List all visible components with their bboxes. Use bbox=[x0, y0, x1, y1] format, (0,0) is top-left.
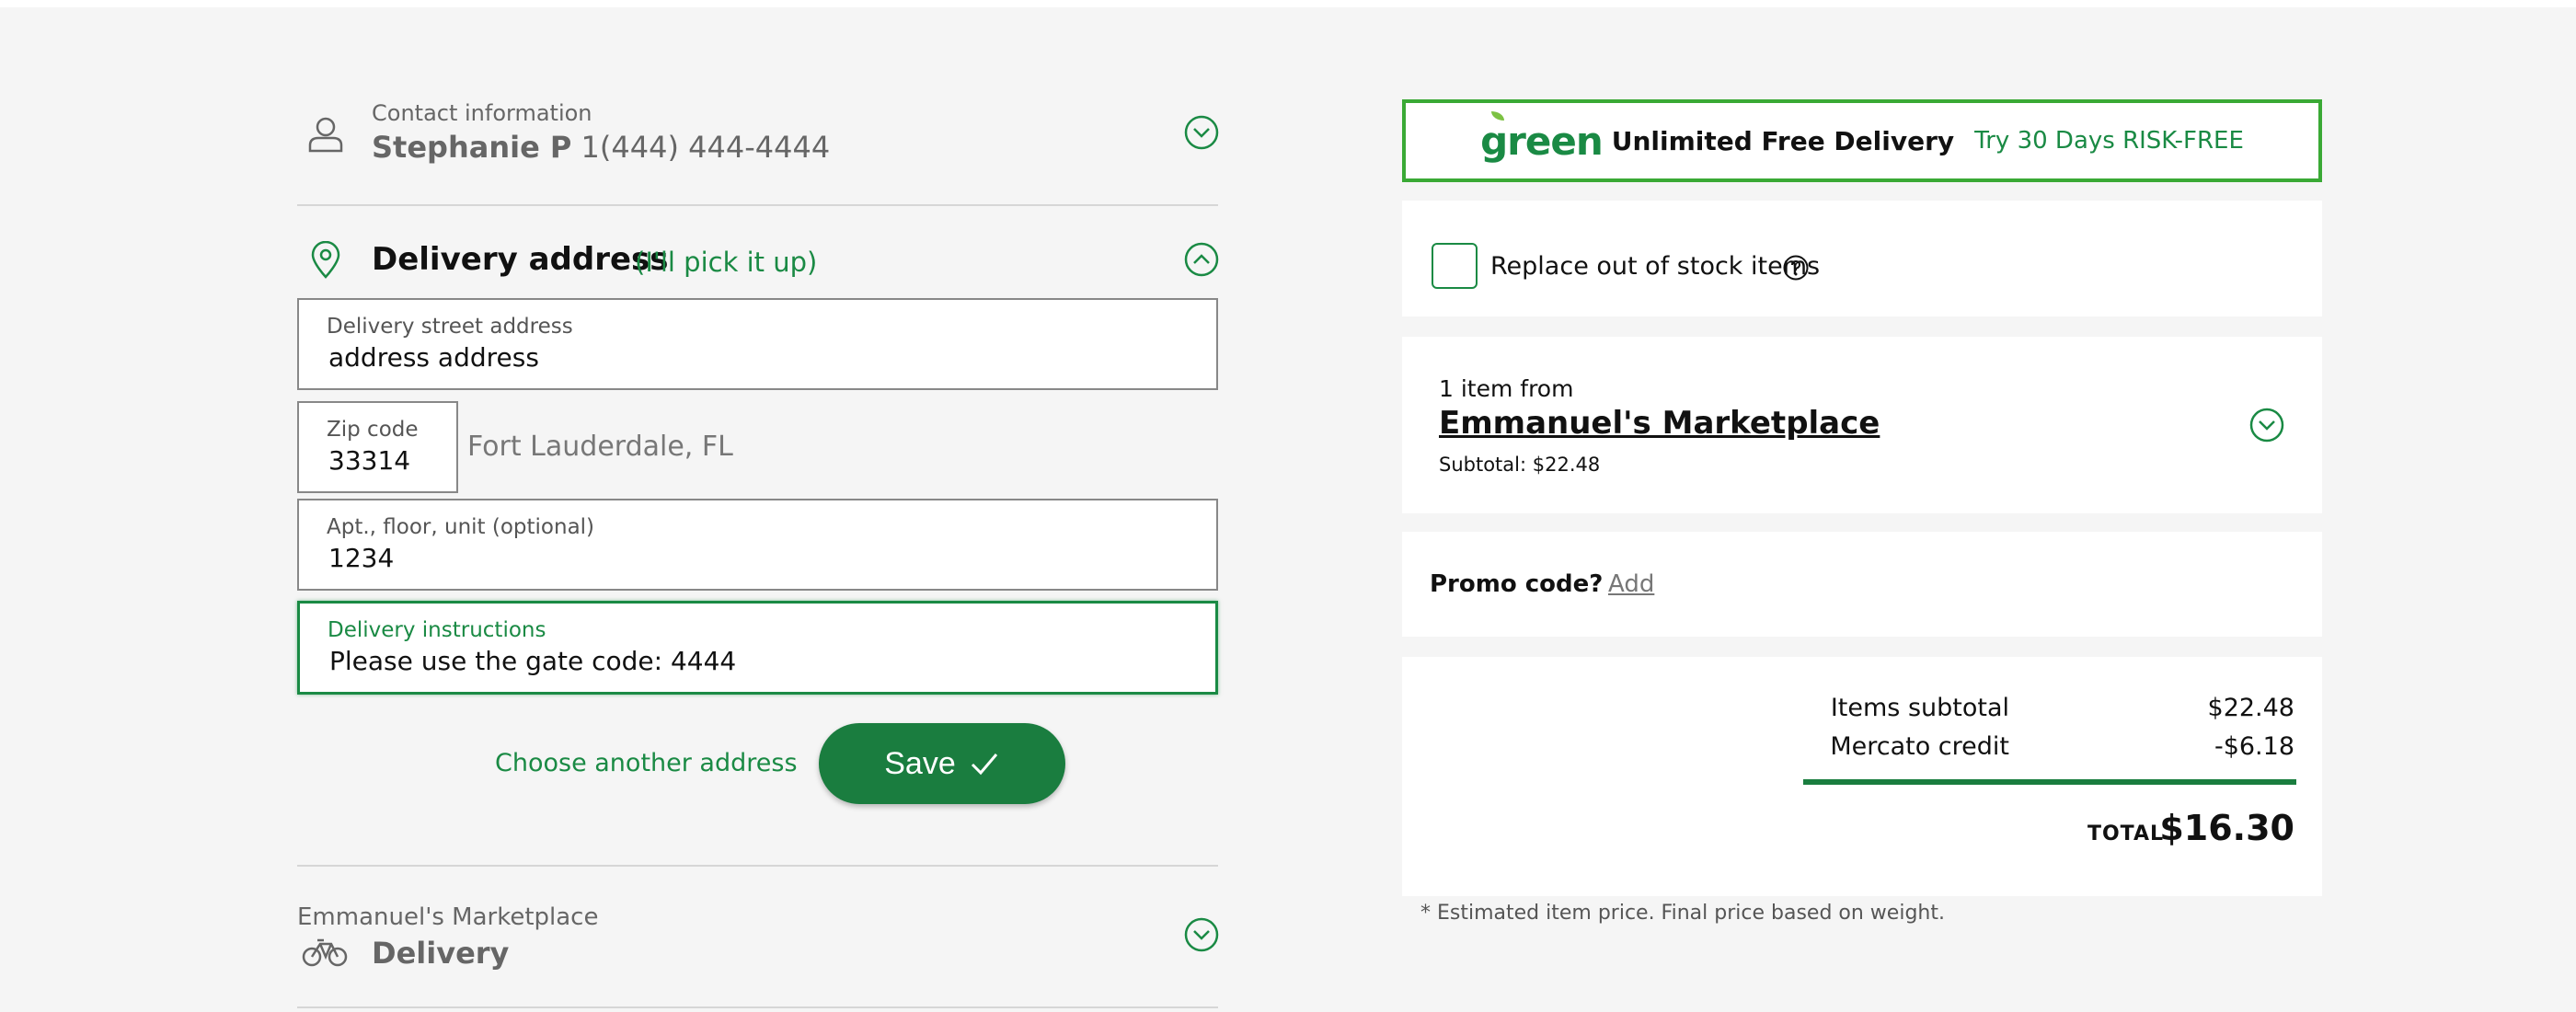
divider bbox=[297, 1006, 1218, 1008]
chevron-up-icon[interactable] bbox=[1183, 241, 1220, 278]
zip-code-value: 33314 bbox=[328, 445, 411, 476]
zip-code-label: Zip code bbox=[327, 418, 419, 442]
chevron-down-icon[interactable] bbox=[1183, 916, 1220, 953]
items-subtotal-value: $22.48 bbox=[2207, 694, 2294, 722]
help-icon[interactable] bbox=[1782, 254, 1810, 282]
banner-title: Unlimited Free Delivery bbox=[1611, 125, 1955, 156]
checkmark-icon bbox=[971, 753, 997, 776]
promo-code-card: Promo code? Add bbox=[1402, 532, 2322, 637]
divider bbox=[297, 204, 1218, 206]
total-value: $16.30 bbox=[2159, 808, 2294, 848]
apt-label: Apt., floor, unit (optional) bbox=[327, 515, 595, 539]
order-summary-card: Items subtotal $22.48 Mercato credit -$6… bbox=[1402, 657, 2322, 896]
contact-name: Stephanie P bbox=[372, 130, 572, 165]
divider bbox=[297, 865, 1218, 867]
total-label: TOTAL bbox=[2087, 822, 2164, 845]
item-count: 1 item from bbox=[1439, 375, 1574, 402]
save-button-label: Save bbox=[884, 745, 956, 781]
cart-subtotal: Subtotal: $22.48 bbox=[1439, 454, 1601, 476]
city-state: Fort Lauderdale, FL bbox=[467, 431, 733, 463]
replace-items-label: Replace out of stock items bbox=[1490, 252, 1821, 281]
zip-code-field[interactable]: Zip code 33314 bbox=[297, 401, 458, 493]
contact-phone: 1(444) 444-4444 bbox=[581, 130, 831, 165]
green-logo-text: green bbox=[1480, 118, 1604, 164]
choose-another-address-link[interactable]: Choose another address bbox=[495, 749, 798, 777]
replace-items-checkbox[interactable] bbox=[1432, 243, 1478, 289]
top-edge bbox=[0, 0, 2576, 7]
banner-offer: Try 30 Days RISK-FREE bbox=[1974, 127, 2244, 155]
delivery-instructions-label: Delivery instructions bbox=[328, 618, 546, 642]
replace-items-card: Replace out of stock items bbox=[1402, 201, 2322, 316]
items-subtotal-label: Items subtotal bbox=[1830, 694, 2009, 722]
chevron-down-icon[interactable] bbox=[1183, 114, 1220, 151]
bicycle-icon bbox=[302, 938, 348, 967]
green-logo: green bbox=[1480, 110, 1604, 164]
delivery-instructions-field[interactable]: Delivery instructions Please use the gat… bbox=[297, 601, 1218, 695]
pickup-link[interactable]: (I'll pick it up) bbox=[635, 247, 817, 278]
delivery-instructions-value: Please use the gate code: 4444 bbox=[329, 646, 737, 676]
chevron-down-icon[interactable] bbox=[2248, 407, 2285, 443]
location-pin-icon bbox=[311, 241, 340, 279]
save-button[interactable]: Save bbox=[819, 723, 1065, 804]
store-section-label: Emmanuel's Marketplace bbox=[297, 903, 599, 931]
mercato-credit-label: Mercato credit bbox=[1830, 732, 2009, 761]
cart-summary-card: 1 item from Emmanuel's Marketplace Subto… bbox=[1402, 337, 2322, 513]
apt-value: 1234 bbox=[328, 543, 395, 573]
store-delivery-method: Delivery bbox=[372, 936, 510, 971]
price-footnote: * Estimated item price. Final price base… bbox=[1420, 902, 1945, 925]
street-address-label: Delivery street address bbox=[327, 315, 573, 339]
cart-store-link[interactable]: Emmanuel's Marketplace bbox=[1439, 405, 1880, 442]
mercato-credit-value: -$6.18 bbox=[2214, 732, 2294, 761]
apt-field[interactable]: Apt., floor, unit (optional) 1234 bbox=[297, 499, 1218, 591]
street-address-value: address address bbox=[328, 342, 539, 373]
person-icon bbox=[308, 117, 343, 153]
green-membership-banner[interactable]: green Unlimited Free Delivery Try 30 Day… bbox=[1402, 99, 2322, 182]
contact-info-label: Contact information bbox=[372, 100, 592, 126]
delivery-address-title: Delivery address bbox=[372, 241, 669, 278]
promo-code-label: Promo code? bbox=[1430, 570, 1604, 598]
promo-add-link[interactable]: Add bbox=[1608, 570, 1654, 598]
street-address-field[interactable]: Delivery street address address address bbox=[297, 298, 1218, 390]
contact-info-value: Stephanie P 1(444) 444-4444 bbox=[372, 130, 830, 165]
summary-divider bbox=[1803, 779, 2296, 785]
